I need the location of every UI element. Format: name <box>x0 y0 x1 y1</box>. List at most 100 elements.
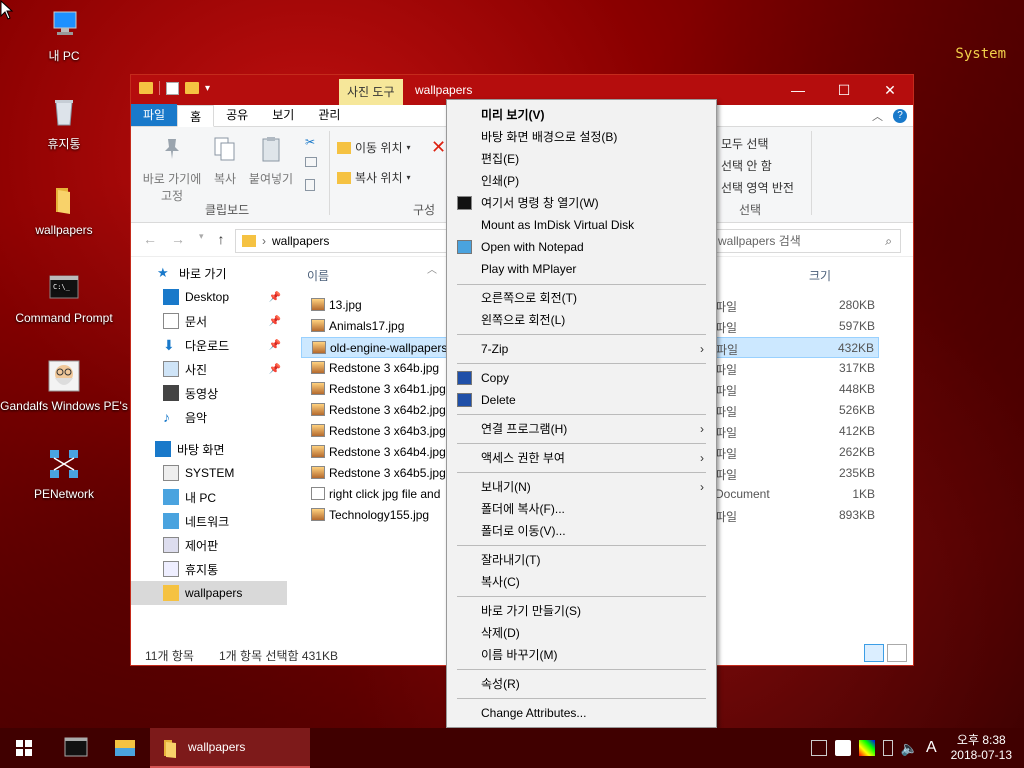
column-header-name[interactable]: 이름 <box>307 267 329 284</box>
pin-icon: 📌 <box>268 315 281 327</box>
desktop-icon-label: 내 PC <box>48 49 80 63</box>
invert-selection-button[interactable]: 선택 영역 반전 <box>721 179 794 196</box>
breadcrumb-wallpapers[interactable]: wallpapers <box>272 234 329 248</box>
nav-desktop[interactable]: Desktop 📌 <box>131 285 287 309</box>
menu-item-set-wallpaper[interactable]: 바탕 화면 배경으로 설정(B) <box>447 126 716 148</box>
tab-manage[interactable]: 관리 <box>306 104 352 126</box>
recent-locations-icon[interactable]: ▾ <box>199 231 204 247</box>
select-none-button[interactable]: 선택 안 함 <box>721 157 772 174</box>
menu-item-rotate-left[interactable]: 왼쪽으로 회전(L) <box>447 309 716 331</box>
tab-view[interactable]: 보기 <box>260 104 306 126</box>
menu-item-7zip[interactable]: 7-Zip › <box>447 338 716 360</box>
delete-icon[interactable]: ✕ <box>431 137 446 158</box>
nav-network[interactable]: 네트워크 <box>131 509 287 533</box>
color-palette-icon[interactable] <box>858 740 875 756</box>
tab-share[interactable]: 공유 <box>214 104 260 126</box>
customize-toolbar-icon[interactable]: ▾ <box>205 83 210 94</box>
start-button[interactable] <box>0 728 48 768</box>
nav-videos[interactable]: 동영상 <box>131 381 287 405</box>
new-folder-icon[interactable] <box>185 82 199 94</box>
column-header-size[interactable]: 크기 <box>809 267 831 284</box>
organize-group-label: 구성 <box>413 203 436 217</box>
details-view-icon[interactable] <box>864 644 884 662</box>
collapse-ribbon-icon[interactable]: ︿ <box>872 108 883 124</box>
menu-item-open-with[interactable]: 연결 프로그램(H) › <box>447 418 716 440</box>
menu-item-copy[interactable]: 복사(C) <box>447 571 716 593</box>
menu-item-edit[interactable]: 편집(E) <box>447 148 716 170</box>
copy-to-icon <box>337 171 351 184</box>
tab-file[interactable]: 파일 <box>131 104 178 126</box>
search-input[interactable]: wallpapers 검색 ⌕ <box>711 229 901 253</box>
volume-icon[interactable]: 🔈 <box>901 740 918 757</box>
copy-path-icon[interactable] <box>305 157 317 167</box>
address-box[interactable]: › wallpapers <box>235 229 447 253</box>
nav-music[interactable]: ♪ 음악 <box>131 405 287 429</box>
menu-item-rename[interactable]: 이름 바꾸기(M) <box>447 644 716 666</box>
desktop-icon-wallpapers[interactable]: wallpapers <box>0 184 128 237</box>
move-to-button[interactable]: 이동 위치 ▾ <box>337 139 411 156</box>
nav-control-panel[interactable]: 제어판 <box>131 533 287 557</box>
close-button[interactable]: ✕ <box>867 75 913 105</box>
menu-item-change-attributes[interactable]: Change Attributes... <box>447 702 716 724</box>
nav-downloads[interactable]: ⬇ 다운로드 📌 <box>131 333 287 357</box>
forward-arrow-icon[interactable]: → <box>171 231 185 247</box>
menu-item-delete[interactable]: 삭제(D) <box>447 622 716 644</box>
windows-logo-icon <box>16 740 32 756</box>
copy-to-label: 복사 위치 <box>355 171 403 185</box>
menu-item-move-to-folder[interactable]: 폴더로 이동(V)... <box>447 520 716 542</box>
ime-indicator[interactable]: A <box>926 739 937 757</box>
nav-recycle-bin[interactable]: 휴지통 <box>131 557 287 581</box>
taskbar-file-explorer[interactable] <box>102 728 148 768</box>
nav-pictures[interactable]: 사진 📌 <box>131 357 287 381</box>
select-all-button[interactable]: 모두 선택 <box>721 135 769 152</box>
desktop-icon-gandalfs-pe[interactable]: Gandalfs Windows PE's <box>0 360 128 413</box>
menu-item-fc-copy[interactable]: Copy <box>447 367 716 389</box>
back-arrow-icon[interactable]: ← <box>143 231 157 247</box>
nav-wallpapers[interactable]: wallpapers <box>131 581 287 605</box>
paste-button[interactable]: 붙여넣기 <box>243 135 299 187</box>
large-icons-view-icon[interactable] <box>887 644 907 662</box>
taskbar-command-prompt[interactable] <box>52 728 100 768</box>
pin-to-quick-access-button[interactable]: 바로 가기에 고정 <box>137 135 207 204</box>
nav-system[interactable]: SYSTEM <box>131 461 287 485</box>
network-status-icon[interactable] <box>810 740 827 756</box>
menu-item-open-cmd[interactable]: 여기서 명령 창 열기(W) <box>447 192 716 214</box>
copy-to-button[interactable]: 복사 위치 ▾ <box>337 169 411 186</box>
menu-item-imdisk[interactable]: Mount as ImDisk Virtual Disk <box>447 214 716 236</box>
copy-button[interactable]: 복사 <box>209 135 241 187</box>
paste-shortcut-icon[interactable] <box>305 179 315 191</box>
nav-documents[interactable]: 문서 📌 <box>131 309 287 333</box>
maximize-button[interactable]: ☐ <box>821 75 867 105</box>
desktop-icon-this-pc[interactable]: 내 PC <box>0 8 128 64</box>
desktop-icon-command-prompt[interactable]: C:\_ Command Prompt <box>0 272 128 325</box>
taskbar-wallpapers-window[interactable]: wallpapers <box>150 728 310 768</box>
contextual-tab-picture-tools[interactable]: 사진 도구 <box>339 79 403 105</box>
usb-device-icon[interactable] <box>882 740 893 756</box>
menu-item-preview[interactable]: 미리 보기(V) <box>447 104 716 126</box>
korean-flag-icon[interactable] <box>834 740 851 756</box>
tab-home[interactable]: 홈 <box>177 105 215 127</box>
cut-icon[interactable]: ✂ <box>305 135 315 149</box>
menu-item-notepad[interactable]: Open with Notepad <box>447 236 716 258</box>
clock[interactable]: 오후 8:38 2018-07-13 <box>951 733 1012 763</box>
up-arrow-icon[interactable]: ↑ <box>218 231 225 247</box>
nav-desktop-root[interactable]: 바탕 화면 <box>131 437 287 461</box>
desktop-icon-recycle-bin[interactable]: 휴지통 <box>0 96 128 152</box>
menu-item-give-access[interactable]: 액세스 권한 부여 › <box>447 447 716 469</box>
minimize-button[interactable]: — <box>775 75 821 105</box>
item-count: 11개 항목 <box>145 649 194 663</box>
help-icon[interactable]: ? <box>893 109 907 123</box>
menu-item-cut[interactable]: 잘라내기(T) <box>447 549 716 571</box>
properties-icon[interactable] <box>166 81 179 95</box>
nav-quick-access[interactable]: ★ 바로 가기 <box>131 261 287 285</box>
nav-this-pc[interactable]: 내 PC <box>131 485 287 509</box>
menu-item-rotate-right[interactable]: 오른쪽으로 회전(T) <box>447 287 716 309</box>
menu-item-properties[interactable]: 속성(R) <box>447 673 716 695</box>
menu-item-fc-delete[interactable]: Delete <box>447 389 716 411</box>
menu-item-print[interactable]: 인쇄(P) <box>447 170 716 192</box>
menu-item-copy-to-folder[interactable]: 폴더에 복사(F)... <box>447 498 716 520</box>
menu-item-create-shortcut[interactable]: 바로 가기 만들기(S) <box>447 600 716 622</box>
menu-item-send-to[interactable]: 보내기(N) › <box>447 476 716 498</box>
desktop-icon-penetwork[interactable]: PENetwork <box>0 448 128 501</box>
menu-item-mplayer[interactable]: Play with MPlayer <box>447 258 716 280</box>
